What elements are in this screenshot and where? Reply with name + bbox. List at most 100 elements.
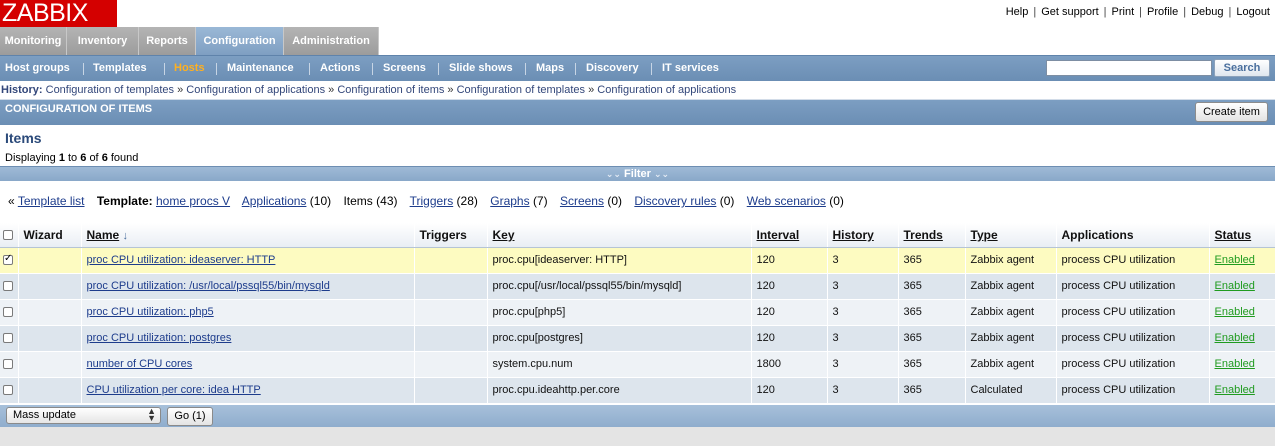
graphs-link[interactable]: Graphs <box>490 194 529 208</box>
type-cell: Zabbix agent <box>965 247 1057 274</box>
column-history[interactable]: History <box>827 223 899 248</box>
status-toggle-link[interactable]: Enabled <box>1215 306 1255 318</box>
logout-link[interactable]: Logout <box>1236 6 1270 18</box>
status-toggle-link[interactable]: Enabled <box>1215 254 1255 266</box>
row-checkbox[interactable] <box>0 247 19 274</box>
zabbix-logo[interactable]: ZABBIX <box>0 0 117 27</box>
triggers-cell <box>414 377 488 404</box>
submenu-it-services[interactable]: IT services <box>662 56 719 82</box>
item-name-link[interactable]: proc CPU utilization: ideaserver: HTTP <box>87 254 276 266</box>
table-row: proc CPU utilization: /usr/local/pssql55… <box>0 273 1275 300</box>
get-support-link[interactable]: Get support <box>1041 6 1098 18</box>
column-name[interactable]: Name ↓ <box>81 223 415 248</box>
history-cell: 3 <box>827 273 899 300</box>
row-checkbox[interactable] <box>0 351 19 378</box>
history-breadcrumb: History: Configuration of templates » Co… <box>0 81 1275 100</box>
select-all-checkbox[interactable] <box>0 223 19 248</box>
search-input[interactable] <box>1046 60 1212 76</box>
history-cell: 3 <box>827 299 899 326</box>
help-link[interactable]: Help <box>1006 6 1029 18</box>
template-name-link[interactable]: home procs V <box>156 194 230 208</box>
column-key[interactable]: Key <box>487 223 752 248</box>
wizard-cell <box>18 247 82 274</box>
row-checkbox[interactable] <box>0 377 19 404</box>
interval-cell: 120 <box>751 325 828 352</box>
item-name-link[interactable]: CPU utilization per core: idea HTTP <box>87 384 261 396</box>
status-toggle-link[interactable]: Enabled <box>1215 358 1255 370</box>
key-cell: proc.cpu[php5] <box>487 299 752 326</box>
create-item-button[interactable]: Create item <box>1195 102 1268 122</box>
wizard-cell <box>18 351 82 378</box>
history-item[interactable]: Configuration of applications <box>597 84 736 96</box>
status-toggle-link[interactable]: Enabled <box>1215 384 1255 396</box>
submenu-actions[interactable]: Actions <box>320 56 360 82</box>
interval-cell: 120 <box>751 299 828 326</box>
row-checkbox[interactable] <box>0 273 19 300</box>
print-link[interactable]: Print <box>1112 6 1135 18</box>
go-button[interactable]: Go (1) <box>167 407 213 426</box>
trends-cell: 365 <box>898 325 966 352</box>
trends-cell: 365 <box>898 377 966 404</box>
row-checkbox[interactable] <box>0 325 19 352</box>
column-interval[interactable]: Interval <box>751 223 828 248</box>
trends-cell: 365 <box>898 273 966 300</box>
section-header: CONFIGURATION OF ITEMS Create item <box>0 100 1275 125</box>
item-name-link[interactable]: number of CPU cores <box>87 358 193 370</box>
item-name-link[interactable]: proc CPU utilization: php5 <box>87 306 214 318</box>
tab-inventory[interactable]: Inventory <box>67 27 139 55</box>
status-toggle-link[interactable]: Enabled <box>1215 332 1255 344</box>
screens-link[interactable]: Screens <box>560 194 604 208</box>
submenu-host-groups[interactable]: Host groups <box>5 56 70 82</box>
type-cell: Zabbix agent <box>965 273 1057 300</box>
applications-cell: process CPU utilization <box>1056 299 1210 326</box>
history-item[interactable]: Configuration of templates <box>46 84 174 96</box>
profile-link[interactable]: Profile <box>1147 6 1178 18</box>
triggers-link[interactable]: Triggers <box>410 194 454 208</box>
trends-cell: 365 <box>898 351 966 378</box>
table-row: proc CPU utilization: ideaserver: HTTP pr… <box>0 247 1275 274</box>
debug-link[interactable]: Debug <box>1191 6 1223 18</box>
column-type[interactable]: Type <box>965 223 1057 248</box>
history-item[interactable]: Configuration of items <box>337 84 444 96</box>
type-cell: Zabbix agent <box>965 351 1057 378</box>
items-current: Items <box>343 194 373 208</box>
page-bottom <box>0 427 1275 446</box>
mass-action-select[interactable]: Mass update ▲ ▼ <box>6 407 161 424</box>
applications-link[interactable]: Applications <box>242 194 307 208</box>
tab-monitoring[interactable]: Monitoring <box>0 27 67 55</box>
submenu-maintenance[interactable]: Maintenance <box>227 56 294 82</box>
search-button[interactable]: Search <box>1214 59 1270 77</box>
column-wizard: Wizard <box>18 223 82 248</box>
item-name-link[interactable]: proc CPU utilization: /usr/local/pssql55… <box>87 280 330 292</box>
submenu-slide-shows[interactable]: Slide shows <box>449 56 513 82</box>
submenu-discovery[interactable]: Discovery <box>586 56 639 82</box>
discovery-rules-link[interactable]: Discovery rules <box>634 194 716 208</box>
triggers-cell <box>414 273 488 300</box>
table-row: number of CPU cores system.cpu.num 1800 3 36… <box>0 351 1275 378</box>
filter-toggle[interactable]: ⌄⌄ Filter ⌄⌄ <box>0 166 1275 181</box>
wizard-cell <box>18 273 82 300</box>
tab-configuration[interactable]: Configuration <box>196 27 284 55</box>
status-cell: Enabled <box>1209 377 1275 404</box>
submenu-maps[interactable]: Maps <box>536 56 564 82</box>
column-trends[interactable]: Trends <box>898 223 966 248</box>
submenu-templates[interactable]: Templates <box>93 56 147 82</box>
submenu-hosts[interactable]: Hosts <box>174 56 205 82</box>
status-toggle-link[interactable]: Enabled <box>1215 280 1255 292</box>
history-item[interactable]: Configuration of applications <box>186 84 325 96</box>
history-item[interactable]: Configuration of templates <box>457 84 585 96</box>
submenu-screens[interactable]: Screens <box>383 56 426 82</box>
history-cell: 3 <box>827 377 899 404</box>
key-cell: proc.cpu.ideahttp.per.core <box>487 377 752 404</box>
web-scenarios-link[interactable]: Web scenarios <box>747 194 826 208</box>
items-table: Wizard Name ↓ Triggers Key Interval Hist… <box>0 223 1275 404</box>
column-status[interactable]: Status <box>1209 223 1275 248</box>
item-name-link[interactable]: proc CPU utilization: postgres <box>87 332 232 344</box>
tab-reports[interactable]: Reports <box>139 27 196 55</box>
tab-administration[interactable]: Administration <box>284 27 379 55</box>
row-checkbox[interactable] <box>0 299 19 326</box>
template-navigation: « Template list Template: home procs V A… <box>8 194 844 208</box>
history-cell: 3 <box>827 247 899 274</box>
template-list-link[interactable]: Template list <box>18 194 85 208</box>
item-name-cell: proc CPU utilization: php5 <box>81 299 415 326</box>
